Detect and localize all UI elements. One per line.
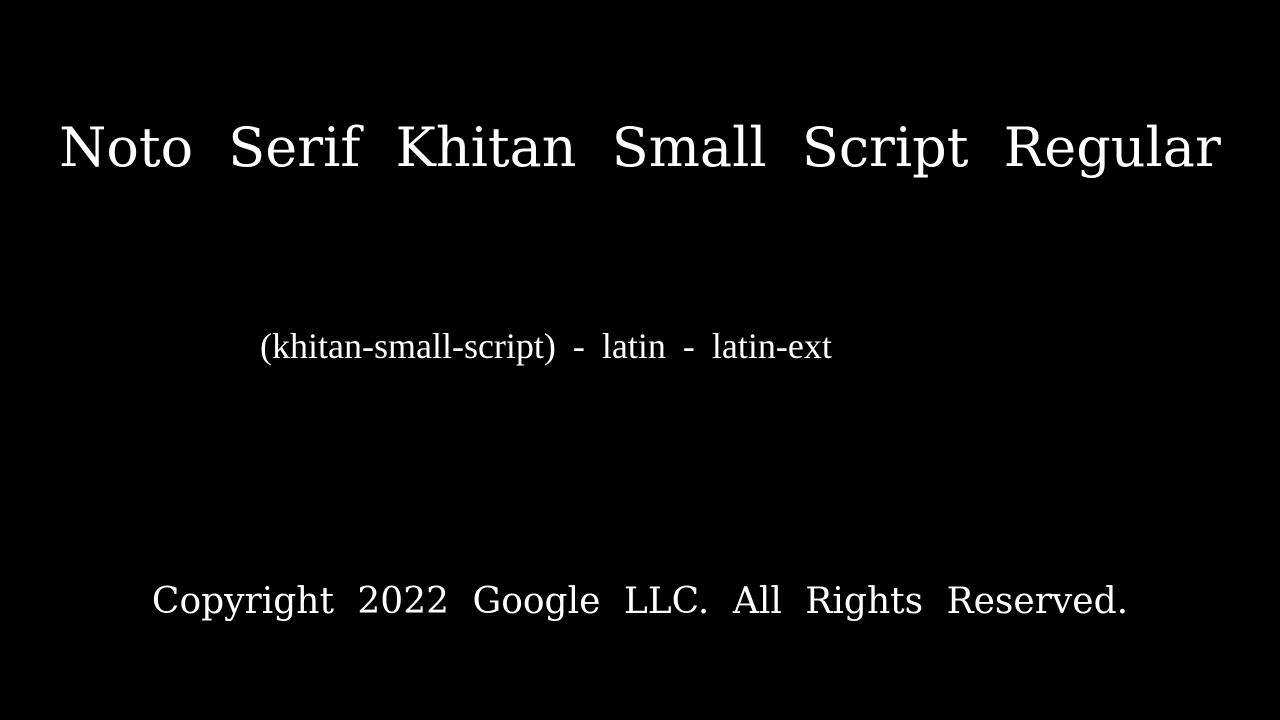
sample-row: 𘬀𘬁 𘬂𘬃 𘬄 (khitan-small-script) - latin - …	[172, 304, 832, 388]
subset-list: (khitan-small-script) - latin - latin-ex…	[260, 325, 832, 367]
font-title: Noto Serif Khitan Small Script Regular	[0, 112, 1280, 184]
font-specimen: Noto Serif Khitan Small Script Regular 𘬀…	[0, 0, 1280, 720]
copyright-notice: Copyright 2022 Google LLC. All Rights Re…	[0, 576, 1280, 628]
